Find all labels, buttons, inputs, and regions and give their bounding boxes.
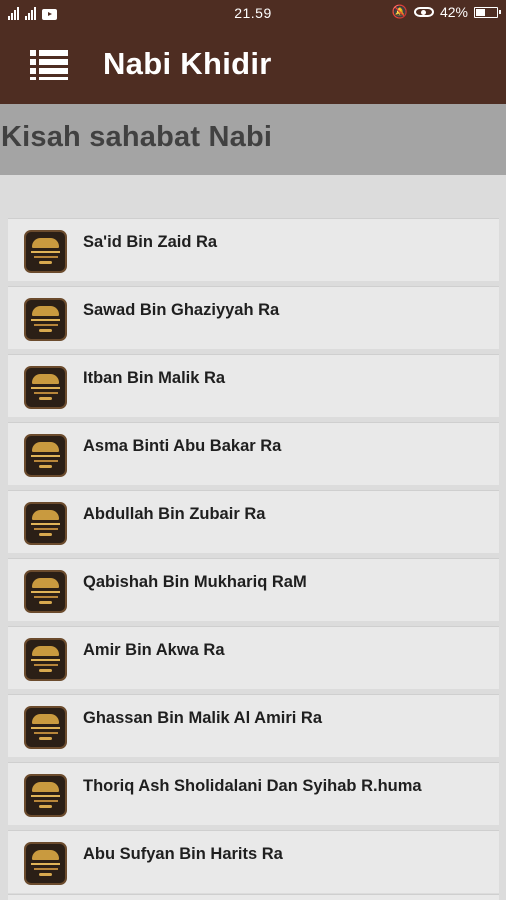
- list-item[interactable]: Qabishah Bin Mukhariq RaM: [8, 558, 499, 621]
- list-item[interactable]: Asma Binti Abu Bakar Ra: [8, 422, 499, 485]
- list-item[interactable]: Itban Bin Malik Ra: [8, 354, 499, 417]
- book-thumbnail-icon: [24, 706, 67, 749]
- list-item-label: Sa'id Bin Zaid Ra: [83, 233, 218, 251]
- list-item-label: Abu Sufyan Bin Harits Ra: [83, 845, 283, 863]
- list-item-label: Qabishah Bin Mukhariq RaM: [83, 573, 307, 591]
- list-item-label: Itban Bin Malik Ra: [83, 369, 226, 387]
- list-item-label: Ghassan Bin Malik Al Amiri Ra: [83, 709, 323, 727]
- list-menu-icon[interactable]: [30, 50, 68, 80]
- list-item[interactable]: Sawad Bin Ghaziyyah Ra: [8, 286, 499, 349]
- app-title: Nabi Khidir: [103, 46, 272, 81]
- battery-icon: [474, 6, 501, 18]
- book-thumbnail-icon: [24, 842, 67, 885]
- book-thumbnail-icon: [24, 502, 67, 545]
- eye-icon: [413, 7, 434, 17]
- bell-muted-icon: 🔕: [391, 4, 408, 19]
- battery-percent: 42%: [439, 4, 468, 20]
- book-thumbnail-icon: [24, 298, 67, 341]
- app-bar: Nabi Khidir: [0, 26, 506, 104]
- section-title: Kisah sahabat Nabi: [1, 121, 273, 153]
- list-item[interactable]: Ghassan Bin Malik Al Amiri Ra: [8, 694, 499, 757]
- status-bar: 21.59 🔕 42%: [0, 0, 506, 26]
- book-thumbnail-icon: [24, 366, 67, 409]
- book-thumbnail-icon: [24, 434, 67, 477]
- book-thumbnail-icon: [24, 774, 67, 817]
- section-header: Kisah sahabat Nabi: [0, 104, 506, 175]
- list-item-label: Sawad Bin Ghaziyyah Ra: [83, 301, 280, 319]
- list-item[interactable]: [8, 894, 499, 900]
- book-thumbnail-icon: [24, 570, 67, 613]
- list-item[interactable]: Thoriq Ash Sholidalani Dan Syihab R.huma: [8, 762, 499, 825]
- book-thumbnail-icon: [24, 638, 67, 681]
- list-item-label: Amir Bin Akwa Ra: [83, 641, 225, 659]
- list-item[interactable]: Abu Sufyan Bin Harits Ra: [8, 830, 499, 893]
- book-thumbnail-icon: [24, 230, 67, 273]
- status-right-icons: 🔕 42%: [391, 4, 501, 20]
- list-item[interactable]: Abdullah Bin Zubair Ra: [8, 490, 499, 553]
- list-item-label: Thoriq Ash Sholidalani Dan Syihab R.huma: [83, 777, 422, 795]
- list-item-label: Abdullah Bin Zubair Ra: [83, 505, 266, 523]
- list-item[interactable]: Amir Bin Akwa Ra: [8, 626, 499, 689]
- list-item-label: Asma Binti Abu Bakar Ra: [83, 437, 282, 455]
- list-item[interactable]: Sa'id Bin Zaid Ra: [8, 218, 499, 281]
